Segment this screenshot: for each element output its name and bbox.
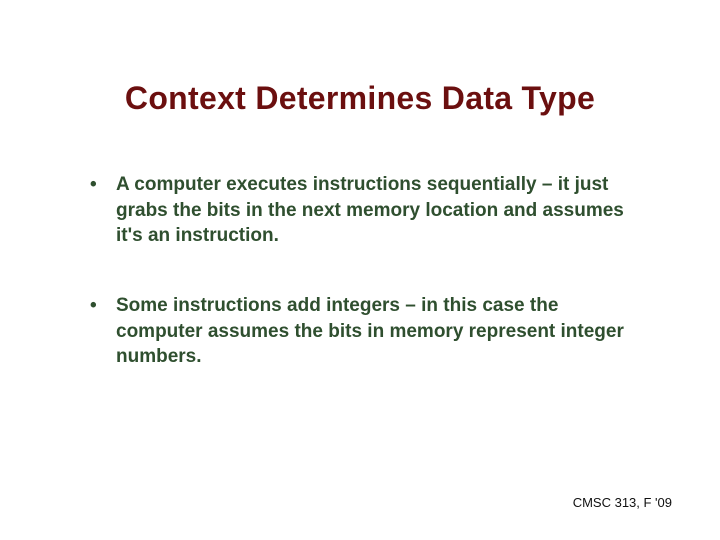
slide-title: Context Determines Data Type [70, 80, 650, 117]
list-item: Some instructions add integers – in this… [90, 293, 650, 370]
bullet-list: A computer executes instructions sequent… [70, 172, 650, 370]
slide-footer: CMSC 313, F '09 [573, 495, 672, 510]
list-item: A computer executes instructions sequent… [90, 172, 650, 249]
slide-container: Context Determines Data Type A computer … [0, 0, 720, 540]
